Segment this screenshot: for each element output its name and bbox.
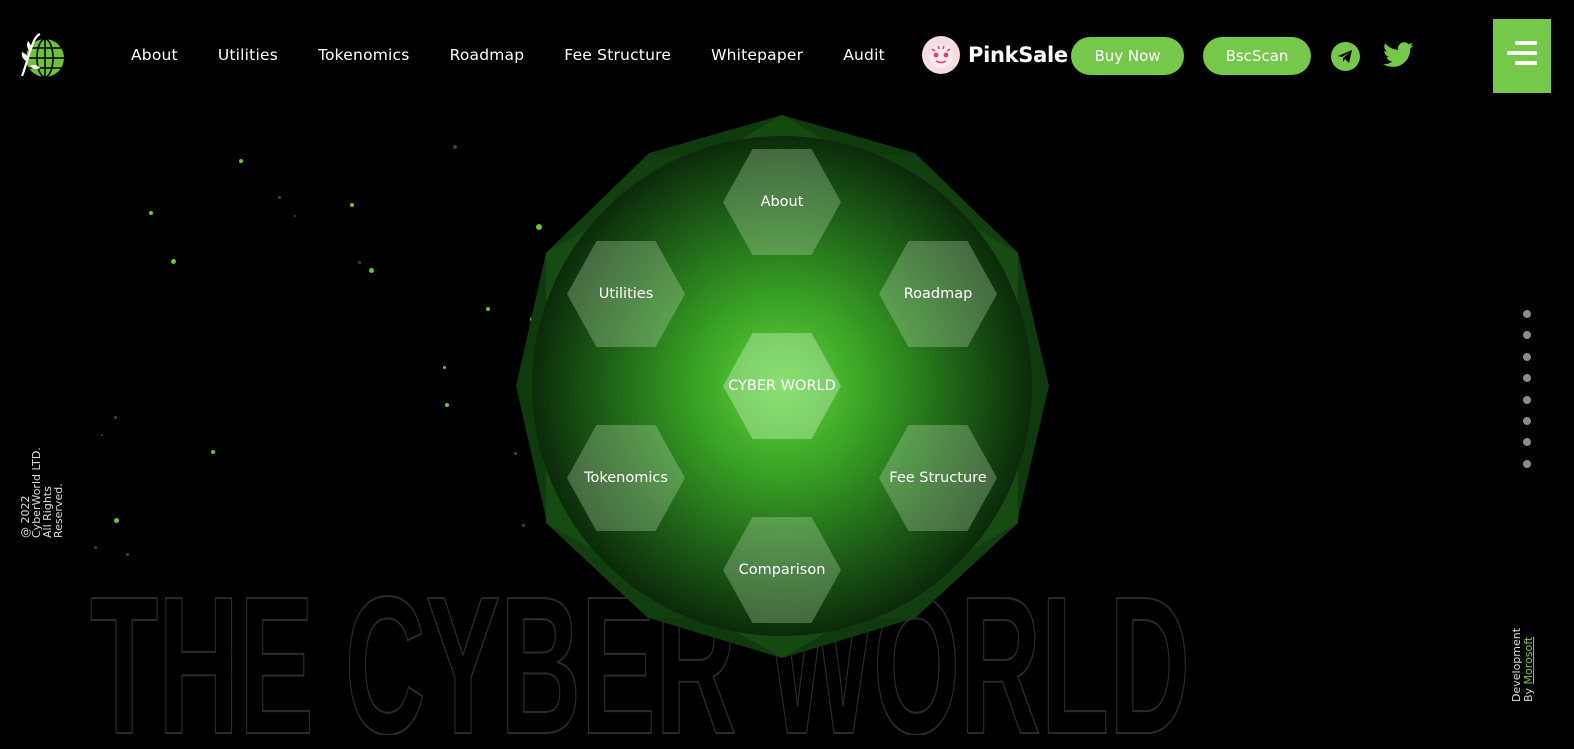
section-dot[interactable] [1523, 331, 1531, 340]
pinksale-link[interactable]: PinkSale [922, 36, 1068, 74]
section-dot[interactable] [1523, 459, 1531, 468]
hexagon-menu: CYBER WORLD About Utilities Roadmap Toke… [515, 113, 1050, 661]
section-dot[interactable] [1523, 310, 1531, 318]
nav-roadmap[interactable]: Roadmap [450, 44, 525, 66]
hamburger-menu-icon[interactable] [1493, 19, 1551, 93]
nav-tokenomics[interactable]: Tokenomics [318, 44, 410, 66]
section-dot[interactable] [1523, 438, 1531, 447]
globe-leaf-icon [20, 33, 64, 78]
developer-credit: Development By Morosoft [1510, 628, 1535, 702]
section-dot[interactable] [1523, 416, 1531, 425]
bscscan-button[interactable]: BscScan [1203, 37, 1311, 75]
pinksale-icon [922, 36, 960, 74]
nav-fee-structure[interactable]: Fee Structure [564, 44, 671, 66]
credit-by: By [1522, 684, 1535, 702]
credit-link[interactable]: Morosoft [1522, 637, 1535, 685]
pinksale-label: PinkSale [968, 43, 1068, 67]
section-dot[interactable] [1523, 352, 1531, 361]
section-dot[interactable] [1523, 395, 1531, 404]
nav-whitepaper[interactable]: Whitepaper [711, 44, 803, 66]
section-pagination [1523, 310, 1533, 481]
copyright-reserved: Reserved. [52, 483, 65, 538]
nav-about[interactable]: About [131, 44, 178, 66]
nav-utilities[interactable]: Utilities [218, 44, 278, 66]
twitter-icon[interactable] [1383, 41, 1414, 69]
copyright-text: @ 2022 CyberWorld LTD. All Rights Reserv… [19, 447, 65, 538]
credit-by-line: By Morosoft [1522, 628, 1535, 702]
logo[interactable] [18, 32, 68, 80]
main-nav: About Utilities Tokenomics Roadmap Fee S… [131, 44, 925, 66]
section-dot[interactable] [1523, 374, 1531, 383]
telegram-icon[interactable] [1331, 42, 1360, 71]
nav-audit[interactable]: Audit [843, 44, 885, 66]
buy-now-button[interactable]: Buy Now [1071, 37, 1184, 75]
